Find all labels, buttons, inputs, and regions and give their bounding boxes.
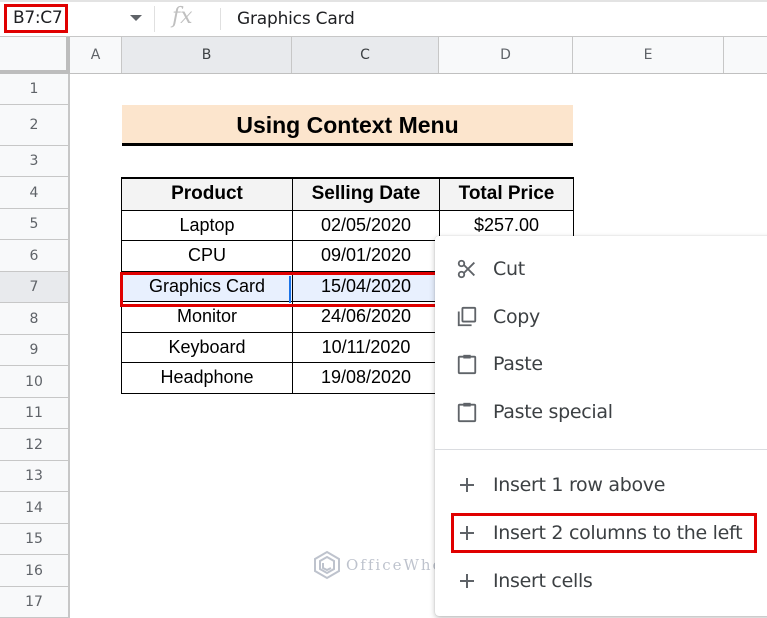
row-header-13[interactable]: 13 bbox=[0, 461, 70, 492]
row-header-1[interactable]: 1 bbox=[0, 74, 70, 105]
menu-item-label: Cut bbox=[493, 258, 525, 280]
row-header-3[interactable]: 3 bbox=[0, 146, 70, 177]
column-header-c[interactable]: C bbox=[292, 37, 439, 73]
menu-item-cut[interactable]: Cut bbox=[435, 249, 767, 289]
header-total-price[interactable]: Total Price bbox=[439, 177, 574, 211]
row-header-4[interactable]: 4 bbox=[0, 177, 70, 209]
menu-item-paste-special[interactable]: Paste special bbox=[435, 392, 767, 432]
cell-product[interactable]: Laptop bbox=[121, 209, 293, 241]
divider bbox=[154, 6, 155, 32]
cell-date[interactable]: 19/08/2020 bbox=[292, 362, 440, 394]
row-header-16[interactable]: 16 bbox=[0, 555, 70, 587]
cell-product[interactable]: Keyboard bbox=[121, 331, 293, 363]
cell-date[interactable]: 10/11/2020 bbox=[292, 331, 440, 363]
cell-product[interactable]: Headphone bbox=[121, 362, 293, 394]
cell-date[interactable]: 02/05/2020 bbox=[292, 209, 440, 241]
row-header-12[interactable]: 12 bbox=[0, 429, 70, 461]
clipboard-icon bbox=[455, 352, 479, 376]
formula-input[interactable]: Graphics Card bbox=[237, 9, 355, 29]
divider bbox=[220, 8, 221, 30]
menu-item-label: Paste special bbox=[493, 401, 613, 423]
header-product[interactable]: Product bbox=[121, 177, 293, 211]
menu-item-copy[interactable]: Copy bbox=[435, 297, 767, 337]
cell-product[interactable]: CPU bbox=[121, 240, 293, 272]
menu-item-paste[interactable]: Paste bbox=[435, 344, 767, 384]
row-header-15[interactable]: 15 bbox=[0, 524, 70, 555]
table-header-row: Product Selling Date Total Price bbox=[121, 177, 574, 211]
column-header-b[interactable]: B bbox=[122, 37, 292, 73]
name-box[interactable]: B7:C7 bbox=[4, 4, 68, 33]
officewheel-logo-icon bbox=[314, 550, 340, 580]
column-header-d[interactable]: D bbox=[439, 37, 573, 73]
cell-date[interactable]: 09/01/2020 bbox=[292, 240, 440, 272]
menu-item-label: Paste bbox=[493, 353, 543, 375]
fx-icon: fx bbox=[172, 4, 193, 29]
menu-item-insert-row-above[interactable]: Insert 1 row above bbox=[435, 465, 767, 505]
column-header-e[interactable]: E bbox=[573, 37, 724, 73]
row-header-10[interactable]: 10 bbox=[0, 366, 70, 398]
menu-item-label: Insert 1 row above bbox=[493, 474, 666, 496]
menu-divider bbox=[435, 449, 767, 450]
plus-icon bbox=[455, 473, 479, 497]
copy-icon bbox=[455, 305, 479, 329]
row-header-6[interactable]: 6 bbox=[0, 240, 70, 272]
menu-item-label: Insert cells bbox=[493, 570, 593, 592]
selection-highlight-box bbox=[120, 272, 439, 307]
column-header-f[interactable] bbox=[724, 37, 767, 73]
menu-highlight-box bbox=[451, 513, 757, 553]
row-header-5[interactable]: 5 bbox=[0, 209, 70, 240]
select-all-corner[interactable] bbox=[0, 37, 70, 74]
scissors-icon bbox=[455, 257, 479, 281]
clipboard-icon bbox=[455, 400, 479, 424]
menu-item-insert-cells[interactable]: Insert cells bbox=[435, 561, 767, 601]
context-menu: Cut Copy Paste Paste special Insert 1 ro… bbox=[435, 236, 767, 616]
row-header-2[interactable]: 2 bbox=[0, 105, 70, 146]
column-header-a[interactable]: A bbox=[70, 37, 122, 73]
formula-bar bbox=[0, 0, 767, 37]
name-box-dropdown-icon[interactable] bbox=[130, 15, 142, 21]
plus-icon bbox=[455, 569, 479, 593]
row-header-14[interactable]: 14 bbox=[0, 492, 70, 524]
header-selling-date[interactable]: Selling Date bbox=[292, 177, 440, 211]
row-header-7[interactable]: 7 bbox=[0, 272, 70, 303]
menu-item-label: Copy bbox=[493, 306, 540, 328]
row-header-9[interactable]: 9 bbox=[0, 335, 70, 366]
row-header-11[interactable]: 11 bbox=[0, 398, 70, 429]
row-header-17[interactable]: 17 bbox=[0, 587, 70, 618]
row-header-8[interactable]: 8 bbox=[0, 303, 70, 335]
sheet-title: Using Context Menu bbox=[122, 105, 573, 146]
